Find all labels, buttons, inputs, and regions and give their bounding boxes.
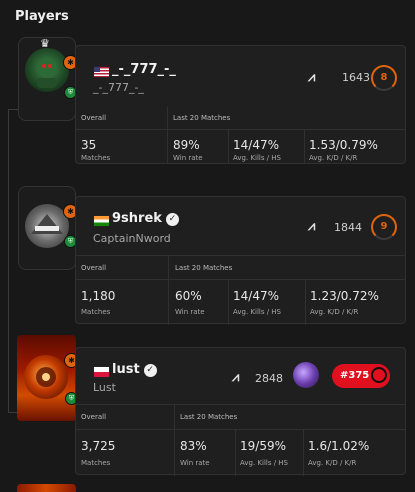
winrate-label: Win rate: [175, 308, 205, 316]
kd-kr-value: 1.23/0.72%: [310, 289, 379, 303]
country-flag-icon: [93, 66, 110, 78]
kd-kr-label: Avg. K/D / K/R: [310, 308, 359, 316]
matches-label: Matches: [81, 459, 111, 467]
country-flag-icon: [93, 366, 110, 378]
divider: [167, 107, 168, 164]
player-avatar-card[interactable]: ✱ ⛨: [17, 335, 79, 421]
winrate-label: Win rate: [180, 459, 210, 467]
winrate-value: 83%: [180, 439, 207, 453]
stats-panel: Overall Last 20 Matches 3,725 Matches 83…: [75, 404, 406, 476]
player-avatar-card[interactable]: ♛ ✱ ⛨: [18, 37, 78, 121]
elo-value: 1643: [342, 71, 370, 84]
elo-value: 1844: [334, 221, 362, 234]
divider: [76, 279, 405, 280]
winrate-value: 60%: [175, 289, 202, 303]
elo-graph-icon: ⩘: [308, 219, 316, 234]
rank-emblem-icon: [293, 362, 319, 388]
divider: [305, 279, 306, 325]
matches-value: 1,180: [81, 289, 116, 303]
winrate-value: 89%: [173, 138, 200, 152]
kd-kr-label: Avg. K/D / K/R: [309, 154, 358, 162]
matches-value: 3,725: [81, 439, 116, 453]
overall-header: Overall: [81, 114, 107, 122]
kd-kr-value: 1.53/0.79%: [309, 138, 378, 152]
divider: [174, 405, 175, 476]
tree-connector: [8, 109, 9, 412]
verified-icon: ✓: [165, 213, 179, 226]
avatar: [25, 48, 69, 92]
verified-icon: ✓: [143, 364, 157, 377]
divider: [304, 129, 305, 164]
player-card[interactable]: lust ✓ Lust ⩘ 2848 #375: [75, 347, 406, 404]
last20-header: Last 20 Matches: [180, 413, 238, 421]
kills-hs-label: Avg. Kills / HS: [233, 154, 282, 162]
last20-header: Last 20 Matches: [173, 114, 231, 122]
skill-level-icon: 8: [371, 65, 397, 91]
skill-level-icon: 9: [371, 214, 397, 240]
elo-graph-icon: ⩘: [232, 370, 240, 385]
last20-header: Last 20 Matches: [175, 264, 233, 272]
player-avatar-card[interactable]: ✱ ⛨: [18, 186, 78, 270]
overall-header: Overall: [81, 413, 107, 421]
divider: [235, 429, 236, 476]
kills-hs-label: Avg. Kills / HS: [240, 459, 289, 467]
player-realname: _-_777_-_: [93, 81, 144, 94]
player-avatar-card[interactable]: [17, 484, 76, 492]
elo-value: 2848: [255, 372, 283, 385]
divider: [303, 429, 304, 476]
player-realname: Lust: [93, 381, 116, 394]
stats-panel: Overall Last 20 Matches 1,180 Matches 60…: [75, 255, 406, 325]
tree-branch: [8, 109, 18, 110]
player-nickname[interactable]: 9shrek ✓: [112, 211, 179, 226]
matches-label: Matches: [81, 154, 111, 162]
overall-header: Overall: [81, 264, 107, 272]
player-nickname[interactable]: lust ✓: [112, 362, 157, 377]
divider: [228, 279, 229, 325]
divider: [228, 129, 229, 164]
stats-panel: Overall Last 20 Matches 35 Matches 89% W…: [75, 107, 406, 164]
kills-hs-value: 14/47%: [233, 138, 279, 152]
kd-kr-value: 1.6/1.02%: [308, 439, 370, 453]
country-flag-icon: [93, 215, 110, 227]
matches-value: 35: [81, 138, 97, 152]
ranking-ring-icon: [371, 367, 387, 383]
kills-hs-label: Avg. Kills / HS: [233, 308, 282, 316]
matches-label: Matches: [81, 308, 111, 316]
elo-graph-icon: ⩘: [308, 70, 316, 85]
divider: [76, 129, 405, 130]
kills-hs-value: 14/47%: [233, 289, 279, 303]
rank-badge: #375: [332, 364, 390, 388]
player-realname: CaptainNword: [93, 232, 171, 245]
winrate-label: Win rate: [173, 154, 203, 162]
kd-kr-label: Avg. K/D / K/R: [308, 459, 357, 467]
player-nickname[interactable]: _-_777_-_: [112, 62, 176, 77]
divider: [76, 429, 405, 430]
avatar: [24, 355, 68, 399]
kills-hs-value: 19/59%: [240, 439, 286, 453]
divider: [168, 256, 169, 325]
player-card[interactable]: 9shrek ✓ CaptainNword ⩘ 1844 9: [75, 196, 406, 255]
section-title: Players: [15, 9, 69, 24]
